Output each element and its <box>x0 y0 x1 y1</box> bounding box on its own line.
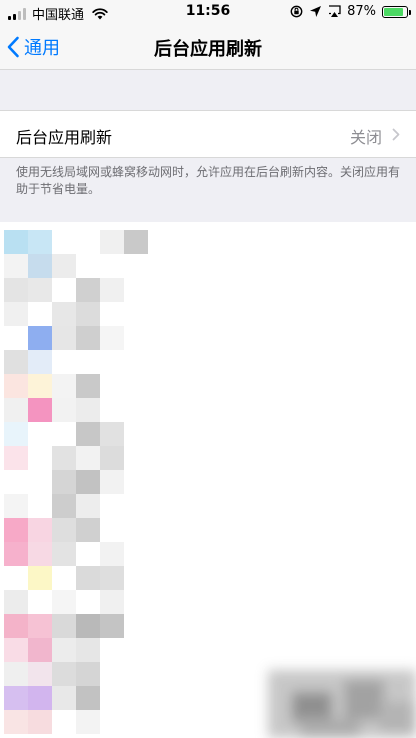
wifi-icon <box>92 7 108 19</box>
pixelated-app-list-image <box>4 230 416 738</box>
chevron-right-icon <box>392 128 400 141</box>
rotation-lock-icon <box>290 5 303 18</box>
carrier-label: 中国联通 <box>32 8 85 23</box>
status-right: 87% <box>290 4 411 19</box>
setting-description: 使用无线局域网或蜂窝移动网时，允许应用在后台刷新内容。关闭应用有助于节省电量。 <box>16 165 401 196</box>
signal-icon <box>8 7 26 20</box>
battery-fill <box>384 7 404 16</box>
location-icon <box>310 6 322 17</box>
battery-icon <box>382 5 411 18</box>
app-list-pixelated <box>0 222 416 738</box>
navigation-bar: 通用 后台应用刷新 <box>0 24 416 70</box>
page-title: 后台应用刷新 <box>154 39 262 60</box>
airplay-icon <box>329 5 341 17</box>
setting-value: 关闭 <box>349 128 382 147</box>
setting-label: 后台应用刷新 <box>16 128 113 147</box>
battery-percent: 87% <box>347 4 376 19</box>
status-bar: 中国联通 11:56 87% <box>0 0 416 24</box>
status-left: 中国联通 <box>8 4 108 23</box>
background-refresh-row[interactable]: 后台应用刷新 关闭 <box>0 110 416 158</box>
